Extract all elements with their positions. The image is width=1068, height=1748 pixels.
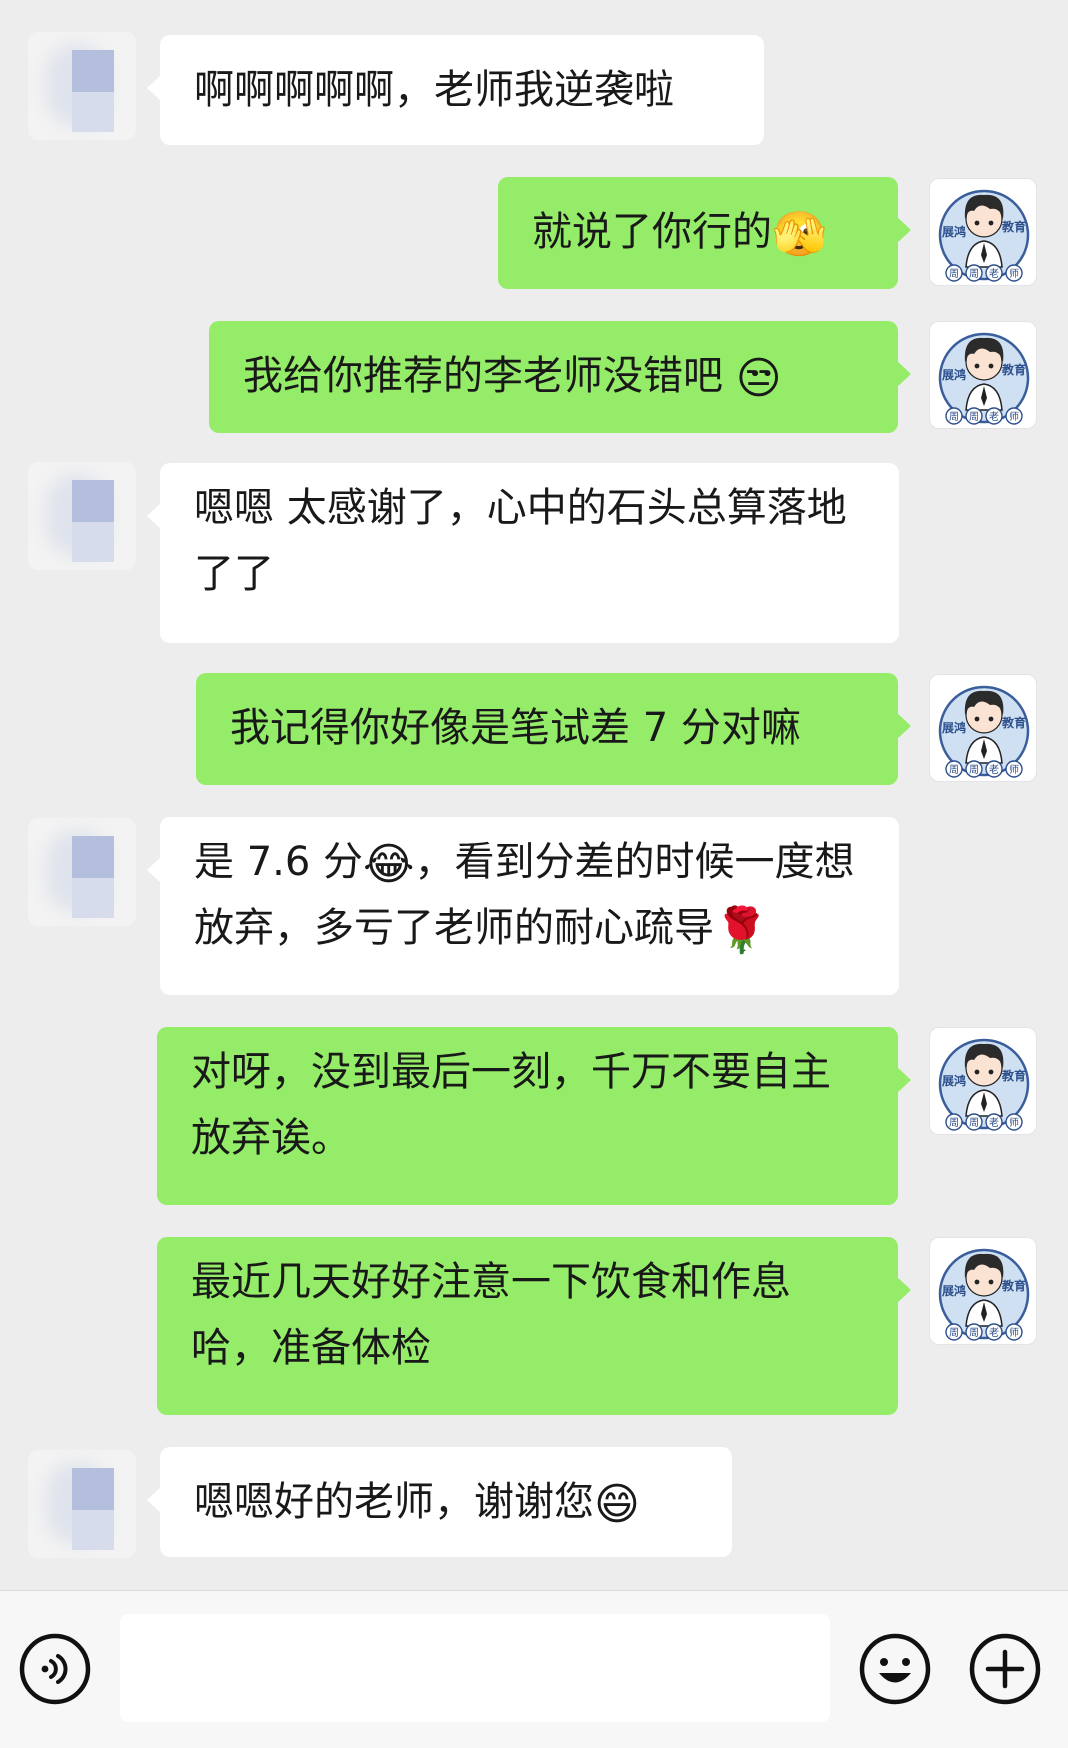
logo-name-char: 师	[1009, 1116, 1019, 1129]
logo-name-char: 周	[949, 411, 959, 423]
logo-eye	[974, 363, 980, 369]
contact-avatar[interactable]	[28, 818, 136, 926]
logo-brand-right: 教育	[1001, 715, 1026, 730]
message-bubble-incoming[interactable]: 是 7.6 分😂，看到分差的时候一度想放弃，多亏了老师的耐心疏导🌹	[147, 817, 899, 995]
logo-name-char: 周	[949, 1327, 959, 1339]
logo-eye	[988, 1069, 994, 1075]
message-input-bar	[0, 1590, 1068, 1748]
message-text: 是 7.6 分	[194, 839, 364, 885]
logo-name-char: 师	[1009, 410, 1019, 423]
message-bubble-incoming[interactable]: 嗯嗯 太感谢了，心中的石头总算落地了了	[147, 463, 899, 643]
message-text: 我记得你好像是笔试差 7 分对嘛	[230, 705, 801, 751]
logo-eye	[974, 1279, 980, 1285]
logo-name-char: 师	[1009, 267, 1019, 280]
plus-icon	[969, 1633, 1041, 1705]
logo-eye	[974, 1069, 980, 1075]
logo-eye	[988, 1279, 994, 1285]
teacher-avatar[interactable]: 展鸿 教育周周老师	[929, 178, 1037, 286]
voice-button[interactable]	[18, 1632, 92, 1706]
logo-name-char: 老	[989, 410, 999, 423]
logo-name-char: 周	[969, 1117, 979, 1129]
teacher-avatar[interactable]: 展鸿 教育周周老师	[929, 321, 1037, 429]
teacher-avatar[interactable]: 展鸿 教育周周老师	[929, 674, 1037, 782]
logo-brand-right: 教育	[1001, 1068, 1026, 1083]
message-text: 对呀，没到最后一刻，千万不要自主放弃诶。	[191, 1049, 831, 1161]
logo-brand-left: 展鸿	[942, 224, 966, 239]
logo-brand-left: 展鸿	[942, 1073, 966, 1088]
logo-name-char: 周	[949, 268, 959, 280]
message-text: 啊啊啊啊啊，老师我逆袭啦	[194, 67, 674, 113]
logo-name-char: 老	[989, 1326, 999, 1339]
message-text: 就说了你行的	[532, 209, 772, 255]
peeking-emoji-icon: 🫣	[772, 209, 827, 260]
plus-button[interactable]	[968, 1632, 1042, 1706]
voice-icon	[19, 1633, 91, 1705]
logo-name-char: 周	[949, 764, 959, 776]
teacher-avatar[interactable]: 展鸿 教育周周老师	[929, 1027, 1037, 1135]
logo-eye	[974, 220, 980, 226]
message-text: 嗯嗯好的老师，谢谢您	[194, 1479, 594, 1525]
emoji-button[interactable]	[858, 1632, 932, 1706]
logo-name-char: 师	[1009, 763, 1019, 776]
logo-name-char: 老	[989, 1116, 999, 1129]
message-text: 最近几天好好注意一下饮食和作息哈，准备体检	[191, 1259, 791, 1371]
logo-brand-right: 教育	[1001, 219, 1026, 234]
logo-name-char: 师	[1009, 1326, 1019, 1339]
logo-name-char: 周	[949, 1117, 959, 1129]
message-bubble-outgoing[interactable]: 最近几天好好注意一下饮食和作息哈，准备体检	[157, 1237, 911, 1415]
logo-eye	[988, 363, 994, 369]
logo-brand-left: 展鸿	[942, 367, 966, 382]
message-bubble-outgoing[interactable]: 对呀，没到最后一刻，千万不要自主放弃诶。	[157, 1027, 911, 1205]
message-bubble-incoming[interactable]: 嗯嗯好的老师，谢谢您😄	[147, 1447, 732, 1557]
logo-eye	[988, 220, 994, 226]
contact-avatar[interactable]	[28, 462, 136, 570]
logo-brand-left: 展鸿	[942, 1283, 966, 1298]
logo-name-char: 老	[989, 763, 999, 776]
logo-name-char: 周	[969, 1327, 979, 1339]
contact-avatar[interactable]	[28, 1450, 136, 1558]
logo-name-char: 周	[969, 268, 979, 280]
logo-name-char: 周	[969, 411, 979, 423]
logo-name-char: 周	[969, 764, 979, 776]
logo-name-char: 老	[989, 267, 999, 280]
logo-brand-right: 教育	[1001, 1278, 1026, 1293]
message-bubble-outgoing[interactable]: 就说了你行的🫣	[498, 177, 911, 289]
logo-brand-left: 展鸿	[942, 720, 966, 735]
crying-laughing-emoji-icon: 😂	[363, 839, 415, 890]
grinning-emoji-icon: 😄	[594, 1479, 640, 1530]
chat-message-list[interactable]: 啊啊啊啊啊，老师我逆袭啦 就说了你行的🫣 展鸿 教育周周老师 我给你推荐的李老师没…	[0, 0, 1068, 1590]
emoji-icon	[859, 1633, 931, 1705]
unamused-emoji-icon: 😒	[735, 353, 782, 404]
message-text: 我给你推荐的李老师没错吧	[243, 353, 736, 399]
message-bubble-outgoing[interactable]: 我记得你好像是笔试差 7 分对嘛	[196, 673, 911, 785]
message-text-input[interactable]	[120, 1614, 830, 1722]
teacher-avatar[interactable]: 展鸿 教育周周老师	[929, 1237, 1037, 1345]
contact-avatar[interactable]	[28, 32, 136, 140]
message-bubble-incoming[interactable]: 啊啊啊啊啊，老师我逆袭啦	[147, 35, 764, 145]
rose-emoji-icon: 🌹	[714, 905, 769, 956]
logo-eye	[974, 716, 980, 722]
logo-eye	[988, 716, 994, 722]
message-bubble-outgoing[interactable]: 我给你推荐的李老师没错吧 😒	[209, 321, 911, 433]
message-text: 嗯嗯 太感谢了，心中的石头总算落地了了	[194, 485, 847, 597]
logo-brand-right: 教育	[1001, 362, 1026, 377]
